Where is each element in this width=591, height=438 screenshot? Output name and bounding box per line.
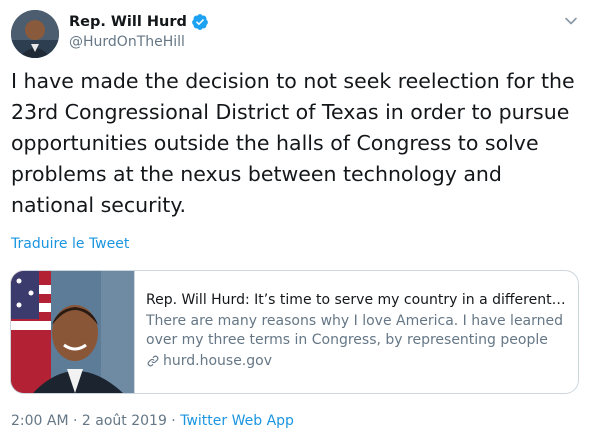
tweet-date[interactable]: 2 août 2019: [82, 413, 167, 429]
card-description: There are many reasons why I love Americ…: [146, 313, 564, 348]
tweet-metadata: 2:00 AM · 2 août 2019 · Twitter Web App: [11, 413, 294, 429]
tweet-menu-button[interactable]: [560, 10, 582, 30]
card-domain: hurd.house.gov: [146, 353, 566, 369]
verified-icon: [191, 13, 209, 31]
display-name[interactable]: Rep. Will Hurd: [69, 14, 187, 30]
meta-separator: ·: [166, 413, 181, 429]
tweet-text: I have made the decision to not seek ree…: [11, 69, 575, 217]
card-thumbnail: [11, 271, 135, 393]
card-domain-text: hurd.house.gov: [163, 353, 272, 369]
link-icon: [146, 354, 160, 368]
card-body: Rep. Will Hurd: It’s time to serve my co…: [135, 271, 578, 393]
tweet-header: Rep. Will Hurd @HurdOnTheHill: [69, 12, 209, 50]
tweet-source-link[interactable]: Twitter Web App: [180, 413, 294, 429]
avatar[interactable]: [11, 10, 59, 58]
chevron-down-icon: [564, 11, 578, 30]
meta-separator: ·: [68, 413, 82, 429]
card-title: Rep. Will Hurd: It’s time to serve my co…: [146, 292, 566, 308]
tweet: Rep. Will Hurd @HurdOnTheHill I have mad…: [0, 0, 591, 438]
translate-tweet-link[interactable]: Traduire le Tweet: [11, 236, 129, 252]
link-card[interactable]: Rep. Will Hurd: It’s time to serve my co…: [10, 270, 579, 394]
handle[interactable]: @HurdOnTheHill: [69, 34, 209, 50]
tweet-time[interactable]: 2:00 AM: [11, 413, 69, 429]
